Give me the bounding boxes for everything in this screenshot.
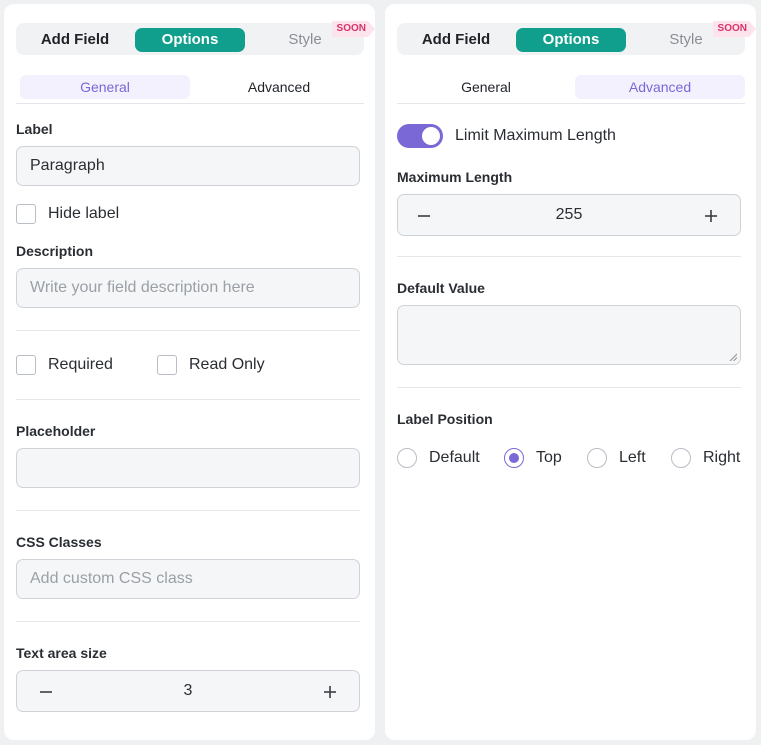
top-tab-strip: Add Field Options Style SOON bbox=[16, 21, 375, 55]
tab-options[interactable]: Options bbox=[516, 28, 626, 52]
plus-icon bbox=[324, 685, 336, 698]
label-position-top-text: Top bbox=[536, 449, 562, 466]
max-length-stepper: 255 bbox=[397, 194, 741, 236]
section-divider bbox=[16, 399, 360, 400]
textarea-size-value[interactable]: 3 bbox=[77, 671, 299, 711]
section-divider bbox=[16, 330, 360, 331]
subtab-divider bbox=[397, 103, 745, 104]
label-field-title: Label bbox=[16, 121, 53, 137]
required-text: Required bbox=[48, 356, 113, 373]
soon-badge: SOON bbox=[712, 21, 756, 37]
label-position-right-text: Right bbox=[703, 449, 741, 466]
minus-icon bbox=[40, 690, 52, 693]
decrement-button[interactable] bbox=[403, 195, 445, 235]
default-value-title: Default Value bbox=[397, 280, 485, 296]
subtab-advanced[interactable]: Advanced bbox=[194, 75, 364, 99]
subtab-general[interactable]: General bbox=[401, 75, 571, 99]
soon-badge: SOON bbox=[331, 21, 375, 37]
field-settings-panel-advanced: Add Field Options Style SOON General Adv… bbox=[385, 4, 756, 740]
tab-add-field[interactable]: Add Field bbox=[397, 28, 515, 52]
label-position-left-radio[interactable] bbox=[587, 448, 607, 468]
subtab-general[interactable]: General bbox=[20, 75, 190, 99]
top-tab-strip: Add Field Options Style SOON bbox=[397, 21, 756, 55]
plus-icon bbox=[705, 209, 717, 222]
toggle-knob bbox=[422, 127, 440, 145]
tab-options[interactable]: Options bbox=[135, 28, 245, 52]
css-classes-input[interactable]: Add custom CSS class bbox=[16, 559, 360, 599]
placeholder-title: Placeholder bbox=[16, 423, 96, 439]
label-position-default-radio[interactable] bbox=[397, 448, 417, 468]
hide-label-text: Hide label bbox=[48, 205, 120, 222]
label-position-right-radio[interactable] bbox=[671, 448, 691, 468]
limit-max-length-text: Limit Maximum Length bbox=[455, 127, 616, 144]
section-divider bbox=[16, 621, 360, 622]
label-position-left-text: Left bbox=[619, 449, 646, 466]
subtab-advanced[interactable]: Advanced bbox=[575, 75, 745, 99]
section-divider bbox=[397, 256, 741, 257]
label-position-top-radio[interactable] bbox=[504, 448, 524, 468]
field-settings-panel-general: Add Field Options Style SOON General Adv… bbox=[4, 4, 375, 740]
increment-button[interactable] bbox=[690, 195, 732, 235]
resize-grip-icon[interactable] bbox=[729, 353, 737, 361]
textarea-size-stepper: 3 bbox=[16, 670, 360, 712]
max-length-value[interactable]: 255 bbox=[458, 195, 680, 235]
css-classes-title: CSS Classes bbox=[16, 534, 102, 550]
section-divider bbox=[397, 387, 741, 388]
label-position-default-text: Default bbox=[429, 449, 480, 466]
limit-max-length-toggle[interactable] bbox=[397, 124, 443, 148]
max-length-title: Maximum Length bbox=[397, 169, 513, 185]
minus-icon bbox=[418, 214, 430, 217]
read-only-checkbox[interactable] bbox=[157, 355, 177, 375]
read-only-text: Read Only bbox=[189, 356, 265, 373]
required-checkbox[interactable] bbox=[16, 355, 36, 375]
decrement-button[interactable] bbox=[25, 671, 67, 711]
label-input[interactable]: Paragraph bbox=[16, 146, 360, 186]
subtab-divider bbox=[16, 103, 364, 104]
section-divider bbox=[16, 510, 360, 511]
description-title: Description bbox=[16, 243, 94, 259]
increment-button[interactable] bbox=[309, 671, 351, 711]
tab-add-field[interactable]: Add Field bbox=[16, 28, 134, 52]
placeholder-input[interactable] bbox=[16, 448, 360, 488]
description-input[interactable]: Write your field description here bbox=[16, 268, 360, 308]
default-value-textarea[interactable] bbox=[397, 305, 741, 365]
hide-label-checkbox[interactable] bbox=[16, 204, 36, 224]
textarea-size-title: Text area size bbox=[16, 645, 107, 661]
label-position-title: Label Position bbox=[397, 411, 493, 427]
